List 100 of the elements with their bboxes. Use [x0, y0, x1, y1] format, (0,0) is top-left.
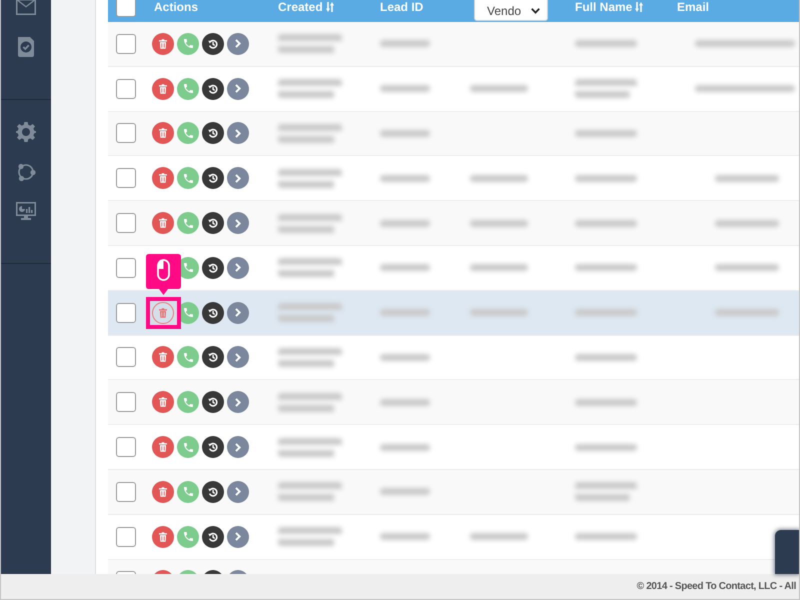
blurred-text [575, 398, 637, 406]
history-button[interactable] [202, 78, 224, 100]
chevron-right-icon [235, 39, 241, 48]
open-button[interactable] [227, 78, 249, 100]
floating-panel [775, 530, 799, 574]
blurred-text [380, 309, 430, 316]
delete-button[interactable] [152, 167, 174, 190]
phone-icon [184, 352, 192, 362]
sort-icon[interactable] [326, 2, 334, 12]
blurred-text [715, 264, 779, 272]
open-button[interactable] [227, 302, 249, 324]
trash-icon [159, 308, 167, 318]
open-button[interactable] [227, 346, 249, 368]
row-checkbox[interactable] [116, 258, 136, 278]
trash-icon [159, 397, 167, 408]
delete-button[interactable] [152, 78, 174, 100]
history-icon [208, 442, 218, 452]
history-icon [208, 38, 218, 49]
row-checkbox[interactable] [116, 34, 136, 54]
history-button[interactable] [202, 256, 224, 279]
blurred-text [380, 40, 430, 48]
history-icon [208, 486, 218, 497]
history-button[interactable] [202, 391, 224, 414]
phone-icon [184, 174, 192, 183]
blurred-text [715, 309, 779, 316]
history-button[interactable] [202, 122, 224, 144]
blurred-text [278, 124, 342, 143]
delete-button[interactable] [152, 122, 174, 144]
column-header[interactable]: Created [278, 0, 323, 14]
connected-nodes-icon[interactable] [16, 162, 36, 182]
row-checkbox[interactable] [116, 392, 136, 412]
history-button[interactable] [202, 302, 224, 324]
header-checkbox[interactable] [116, 0, 136, 17]
open-button[interactable] [227, 32, 249, 55]
delete-button[interactable] [152, 32, 174, 55]
history-button[interactable] [202, 526, 224, 548]
open-button[interactable] [227, 391, 249, 414]
mouse-icon [157, 258, 170, 281]
column-header[interactable]: Full Name [575, 0, 632, 14]
blurred-text [470, 220, 528, 227]
blurred-text [278, 303, 342, 322]
open-button[interactable] [227, 122, 249, 144]
phone-icon [184, 442, 192, 452]
row-checkbox[interactable] [116, 526, 136, 547]
trash-icon [159, 84, 167, 94]
history-button[interactable] [202, 436, 224, 458]
blurred-text [575, 309, 637, 316]
row-checkbox[interactable] [116, 482, 136, 502]
history-icon [208, 352, 218, 362]
delete-button[interactable] [152, 302, 174, 324]
settings-icon[interactable] [16, 122, 36, 142]
open-button[interactable] [227, 480, 249, 503]
phone-icon [184, 487, 192, 496]
row-checkbox[interactable] [116, 213, 136, 234]
chevron-right-icon [235, 263, 241, 272]
delete-button[interactable] [152, 346, 174, 368]
blurred-text [470, 309, 528, 316]
history-icon [208, 397, 218, 408]
blurred-text [278, 79, 342, 98]
delete-button[interactable] [152, 212, 174, 234]
column-header: Lead ID [380, 0, 424, 14]
delete-button[interactable] [152, 436, 174, 458]
chevron-down-icon [531, 8, 540, 14]
blurred-text [278, 438, 342, 457]
blurred-text [380, 488, 430, 496]
envelope-icon[interactable] [16, 0, 36, 15]
vendor-select[interactable]: Vendo [474, 0, 548, 21]
row-checkbox[interactable] [116, 78, 136, 99]
document-check-icon[interactable] [16, 37, 36, 57]
open-button[interactable] [227, 212, 249, 234]
blurred-text [470, 85, 528, 92]
delete-button[interactable] [152, 526, 174, 548]
blurred-text [575, 220, 637, 227]
blurred-text [278, 214, 342, 233]
row-checkbox[interactable] [116, 168, 136, 188]
row-checkbox[interactable] [116, 347, 136, 368]
history-button[interactable] [202, 212, 224, 234]
chevron-right-icon [235, 532, 241, 542]
history-button[interactable] [202, 346, 224, 368]
sort-icon[interactable] [635, 2, 644, 12]
row-checkbox[interactable] [116, 123, 136, 144]
blurred-text [470, 174, 528, 182]
history-button[interactable] [202, 480, 224, 503]
delete-button[interactable] [152, 391, 174, 414]
row-checkbox[interactable] [116, 302, 136, 323]
delete-button[interactable] [152, 480, 174, 503]
open-button[interactable] [227, 256, 249, 279]
history-icon [208, 308, 218, 318]
open-button[interactable] [227, 526, 249, 548]
history-button[interactable] [202, 32, 224, 55]
open-button[interactable] [227, 436, 249, 458]
copyright-text: © 2014 - Speed To Contact, LLC - All [636, 581, 796, 592]
chevron-right-icon [235, 487, 241, 496]
open-button[interactable] [227, 167, 249, 190]
monitor-chart-icon[interactable] [16, 202, 36, 220]
blurred-text [380, 174, 430, 182]
row-checkbox[interactable] [116, 437, 136, 458]
blurred-text [380, 354, 430, 361]
history-button[interactable] [202, 167, 224, 190]
chevron-right-icon [235, 352, 241, 362]
